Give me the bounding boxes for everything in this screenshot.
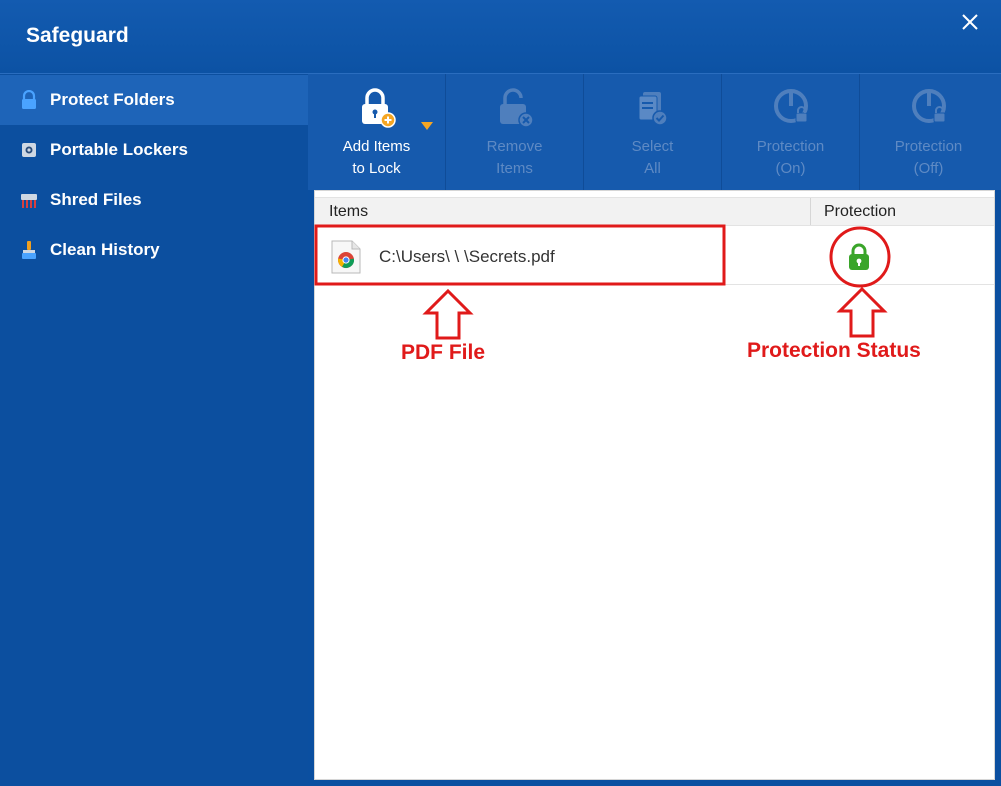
protection-off-button[interactable]: Protection (Off) <box>860 74 997 190</box>
lock-add-icon <box>362 88 396 128</box>
sidebar-item-protect-folders[interactable]: Protect Folders <box>0 75 308 125</box>
column-divider[interactable] <box>810 198 811 225</box>
close-icon <box>962 14 978 30</box>
select-all-button[interactable]: Select All <box>584 74 722 190</box>
sidebar-item-label: Clean History <box>50 240 160 259</box>
items-list: Items Protection C:\Users\ \ \Secrets.pd… <box>314 190 995 780</box>
pdf-file-icon <box>331 240 361 274</box>
sidebar-item-label: Portable Lockers <box>50 140 188 159</box>
lock-icon <box>849 243 869 270</box>
protection-on-button[interactable]: Protection (On) <box>722 74 860 190</box>
table-header: Items Protection <box>315 197 994 226</box>
protection-on-label: Protection (On) <box>756 138 825 177</box>
brush-icon <box>22 241 36 259</box>
file-path: C:\Users\ \ \Secrets.pdf <box>379 247 555 266</box>
table-row[interactable]: C:\Users\ \ \Secrets.pdf <box>315 227 994 285</box>
sidebar-item-label: Protect Folders <box>50 90 175 109</box>
pdf-file-annotation: PDF File <box>401 341 486 364</box>
remove-items-label: Remove Items <box>486 138 543 177</box>
sidebar-item-label: Shred Files <box>50 190 142 209</box>
lock-remove-icon <box>500 88 534 128</box>
protection-off-label: Protection (Off) <box>894 138 963 177</box>
power-unlock-icon <box>912 89 946 123</box>
select-all-icon <box>638 92 668 126</box>
toolbar: Add Items to Lock Remove Items Select Al… <box>308 74 1001 190</box>
sidebar-item-shred-files[interactable]: Shred Files <box>0 175 308 225</box>
remove-items-button[interactable]: Remove Items <box>446 74 584 190</box>
protection-status-annotation: Protection Status <box>747 339 921 362</box>
shredder-icon <box>21 194 37 208</box>
sidebar-item-portable-lockers[interactable]: Portable Lockers <box>0 125 308 175</box>
title-bar: Safeguard <box>0 0 1001 74</box>
chevron-down-icon[interactable] <box>421 122 433 132</box>
column-header-items[interactable]: Items <box>329 203 368 221</box>
close-button[interactable] <box>956 8 984 36</box>
column-header-protection[interactable]: Protection <box>824 203 896 221</box>
power-lock-icon <box>774 89 808 123</box>
app-title: Safeguard <box>26 24 129 47</box>
select-all-label: Select All <box>631 138 674 177</box>
locker-icon <box>22 143 36 157</box>
add-items-button[interactable]: Add Items to Lock <box>308 74 446 190</box>
sidebar-item-clean-history[interactable]: Clean History <box>0 225 308 275</box>
sidebar: Protect Folders Portable Lockers Shred F… <box>0 74 308 786</box>
add-items-label: Add Items to Lock <box>342 138 411 177</box>
lock-icon <box>22 90 36 109</box>
